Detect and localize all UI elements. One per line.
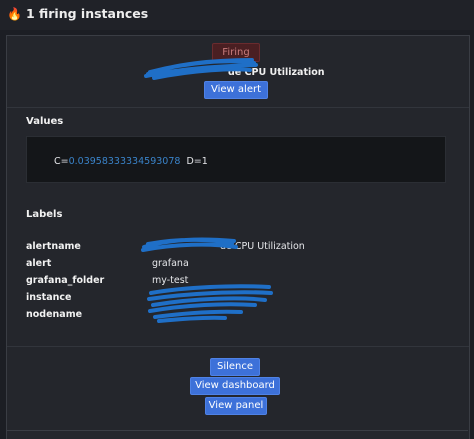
view-panel-button[interactable]: View panel bbox=[205, 397, 267, 415]
alert-name: de CPU Utilization bbox=[228, 67, 325, 78]
firing-count-title: 1 firing instances bbox=[25, 6, 149, 21]
label-value-alertname: de CPU Utilization bbox=[220, 241, 305, 252]
state-badge: Firing bbox=[212, 43, 260, 62]
view-alert-button[interactable]: View alert bbox=[204, 81, 268, 99]
label-key-instance: instance bbox=[26, 292, 72, 303]
silence-button[interactable]: Silence bbox=[210, 358, 260, 376]
labels-heading: Labels bbox=[26, 209, 63, 220]
value-d: D=1 bbox=[186, 156, 208, 167]
fire-icon: 🔥 bbox=[7, 6, 22, 21]
divider bbox=[7, 346, 469, 347]
label-key-grafana-folder: grafana_folder bbox=[26, 275, 105, 286]
label-key-nodename: nodename bbox=[26, 309, 83, 320]
redaction-scribble bbox=[147, 284, 273, 323]
header: 🔥 1 firing instances bbox=[0, 0, 474, 30]
value-c: 0.03958333334593078 bbox=[68, 156, 181, 167]
values-box: C=0.03958333334593078 D=1 bbox=[26, 136, 446, 183]
values-heading: Values bbox=[26, 116, 64, 127]
label-key-alertname: alertname bbox=[26, 241, 81, 252]
alert-instance-card: Firing de CPU Utilization View alert Val… bbox=[6, 35, 470, 439]
values-line: C=0.03958333334593078 D=1 bbox=[54, 156, 208, 167]
value-c-label: C= bbox=[54, 156, 69, 167]
label-key-alert: alert bbox=[26, 258, 52, 269]
divider bbox=[7, 107, 469, 108]
label-value-grafana-folder: my-test bbox=[152, 275, 189, 286]
label-value-alert: grafana bbox=[152, 258, 189, 269]
view-dashboard-button[interactable]: View dashboard bbox=[190, 377, 280, 395]
panel-title: 🔥 1 firing instances bbox=[7, 6, 148, 21]
next-card-edge bbox=[6, 430, 468, 438]
